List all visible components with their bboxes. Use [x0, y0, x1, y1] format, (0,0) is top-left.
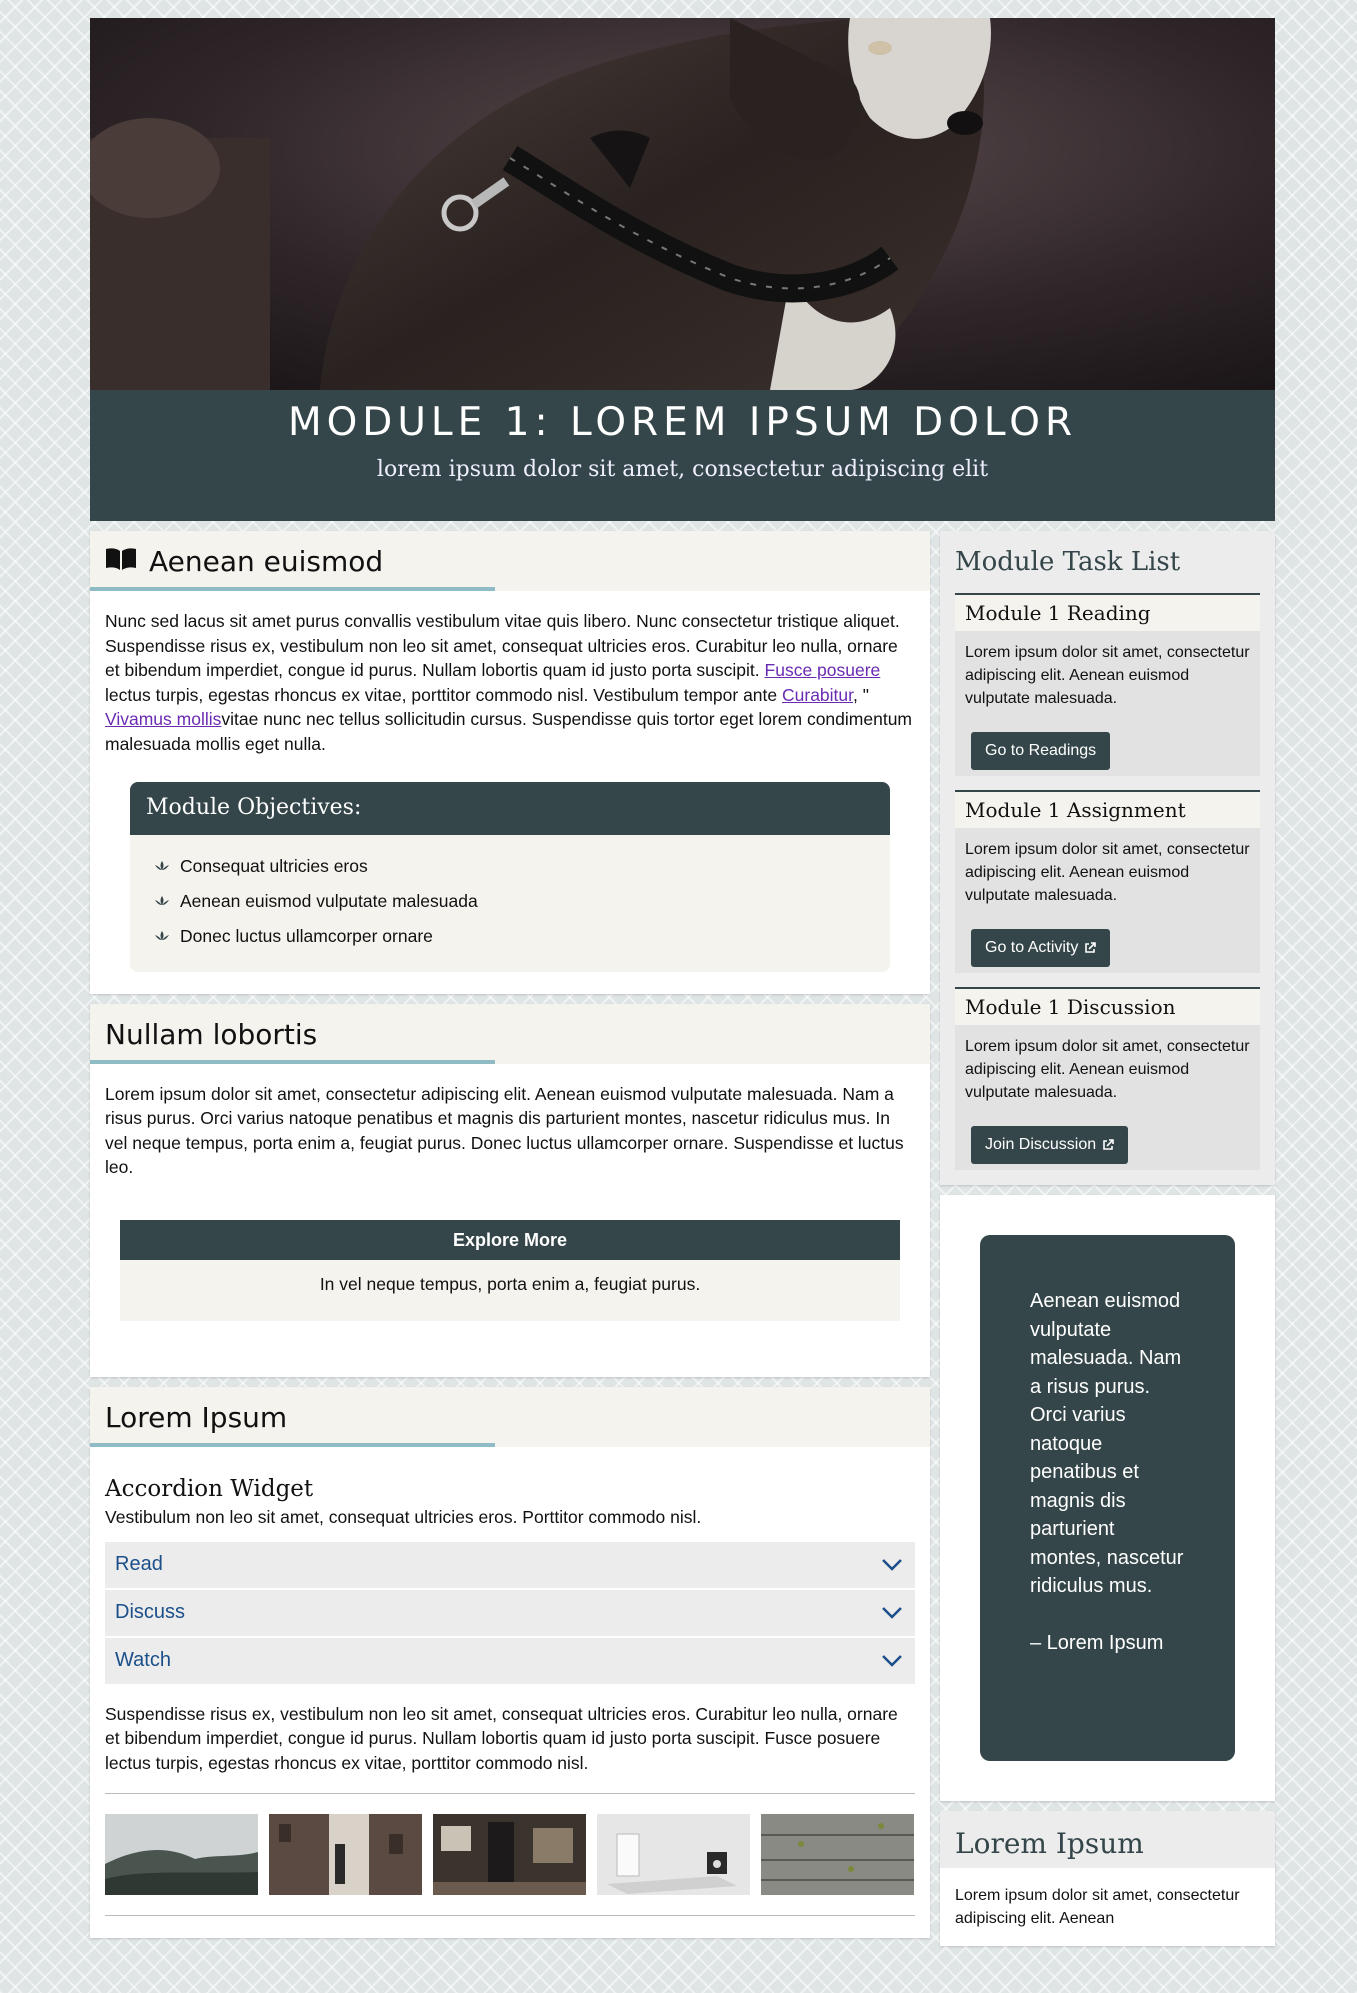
objective-item: Donec luctus ullamcorper ornare — [154, 919, 866, 954]
quote-box: Aenean euismod vulputate malesuada. Nam … — [980, 1235, 1235, 1761]
section-paragraph: Lorem ipsum dolor sit amet, consectetur … — [105, 1083, 904, 1178]
objectives-title: Module Objectives: — [130, 782, 890, 835]
image-gallery — [105, 1793, 915, 1916]
section-nullam-lobortis: Nullam lobortis Lorem ipsum dolor sit am… — [90, 1003, 930, 1377]
page-container: MODULE 1: LOREM IPSUM DOLOR lorem ipsum … — [90, 18, 1275, 1981]
lotus-icon — [155, 896, 169, 905]
header-underline — [90, 1442, 495, 1447]
chevron-down-icon — [882, 1606, 902, 1619]
quote-text: Aenean euismod vulputate malesuada. Nam … — [1030, 1290, 1184, 1597]
lotus-icon — [155, 931, 169, 940]
task-card-assignment: Module 1 Assignment Lorem ipsum dolor si… — [955, 790, 1260, 973]
curabitur-link[interactable]: Curabitur — [782, 685, 853, 705]
accordion: Read Discuss Watch — [105, 1541, 915, 1686]
gallery-thumbnail-shop[interactable] — [433, 1814, 586, 1895]
section-aenean-euismod: Aenean euismod Nunc sed lacus sit amet p… — [90, 531, 930, 994]
join-discussion-button[interactable]: Join Discussion — [971, 1126, 1129, 1164]
section-paragraph: Suspendisse risus ex, vestibulum non leo… — [105, 1703, 898, 1773]
quote-card: Aenean euismod vulputate malesuada. Nam … — [940, 1195, 1275, 1801]
gallery-thumbnail-alley[interactable] — [269, 1814, 422, 1895]
section-heading: Aenean euismod — [149, 545, 384, 578]
module-objectives-box: Module Objectives: Consequat ultricies e… — [130, 782, 890, 972]
task-text: Lorem ipsum dolor sit amet, consectetur … — [965, 841, 1250, 904]
page-subtitle: lorem ipsum dolor sit amet, consectetur … — [376, 457, 989, 482]
lorem-ipsum-card: Lorem Ipsum Lorem ipsum dolor sit amet, … — [940, 1811, 1275, 1946]
go-to-readings-button[interactable]: Go to Readings — [971, 732, 1111, 770]
lotus-icon — [155, 861, 169, 870]
explore-more-title: Explore More — [120, 1219, 900, 1260]
accordion-title: Accordion Widget — [105, 1475, 314, 1502]
section-heading: Lorem Ipsum — [105, 1400, 288, 1434]
quote-attribution: – Lorem Ipsum — [1030, 1631, 1164, 1654]
accordion-item-watch[interactable]: Watch — [105, 1637, 915, 1686]
hero-image — [90, 18, 1275, 390]
accordion-item-discuss[interactable]: Discuss — [105, 1589, 915, 1638]
header-underline — [90, 1059, 495, 1064]
main-column: Aenean euismod Nunc sed lacus sit amet p… — [90, 531, 930, 1948]
task-card-discussion: Module 1 Discussion Lorem ipsum dolor si… — [955, 987, 1260, 1170]
external-link-icon — [1103, 1139, 1114, 1150]
gallery-thumbnail-landscape[interactable] — [105, 1814, 258, 1895]
sidebar: Module Task List Module 1 Reading Lorem … — [940, 531, 1275, 1956]
hero-banner: MODULE 1: LOREM IPSUM DOLOR lorem ipsum … — [90, 390, 1275, 521]
external-link-icon — [1085, 942, 1097, 953]
section-header: Lorem Ipsum — [90, 1386, 930, 1447]
section-heading: Nullam lobortis — [105, 1017, 318, 1051]
book-open-icon — [105, 545, 137, 578]
task-title: Module 1 Reading — [955, 595, 1260, 631]
objective-item: Consequat ultricies eros — [154, 849, 866, 884]
accordion-description: Vestibulum non leo sit amet, consequat u… — [105, 1507, 702, 1527]
explore-more-box: Explore More In vel neque tempus, porta … — [120, 1219, 900, 1321]
page-title: MODULE 1: LOREM IPSUM DOLOR — [287, 400, 1078, 445]
accordion-item-read[interactable]: Read — [105, 1541, 915, 1590]
chevron-down-icon — [882, 1558, 902, 1571]
task-list-title: Module Task List — [940, 531, 1275, 587]
explore-more-text: In vel neque tempus, porta enim a, feugi… — [120, 1260, 900, 1321]
section-header: Nullam lobortis — [90, 1003, 930, 1064]
gallery-thumbnail-laptop[interactable] — [597, 1814, 750, 1895]
task-title: Module 1 Discussion — [955, 989, 1260, 1025]
task-text: Lorem ipsum dolor sit amet, consectetur … — [965, 644, 1250, 707]
section-lorem-ipsum: Lorem Ipsum Accordion Widget Vestibulum … — [90, 1386, 930, 1938]
task-title: Module 1 Assignment — [955, 792, 1260, 828]
task-text: Lorem ipsum dolor sit amet, consectetur … — [965, 1038, 1250, 1101]
gallery-thumbnail-wood[interactable] — [761, 1814, 914, 1895]
section-paragraph: Nunc sed lacus sit amet purus convallis … — [105, 611, 913, 754]
go-to-activity-button[interactable]: Go to Activity — [971, 929, 1111, 967]
chevron-down-icon — [882, 1654, 902, 1667]
vivamus-mollis-link[interactable]: Vivamus mollis — [105, 709, 221, 729]
card-text: Lorem ipsum dolor sit amet, consectetur … — [955, 1887, 1240, 1927]
section-header: Aenean euismod — [90, 531, 930, 591]
module-task-list: Module Task List Module 1 Reading Lorem … — [940, 531, 1275, 1185]
card-title: Lorem Ipsum — [940, 1811, 1275, 1868]
header-underline — [90, 587, 495, 591]
fusce-posuere-link[interactable]: Fusce posuere — [765, 660, 881, 680]
objective-item: Aenean euismod vulputate malesuada — [154, 884, 866, 919]
task-card-reading: Module 1 Reading Lorem ipsum dolor sit a… — [955, 593, 1260, 776]
